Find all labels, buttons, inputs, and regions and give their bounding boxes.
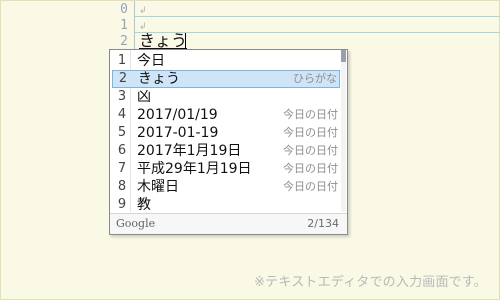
candidate-list: 1 今日 2 きょう ひらがな 3 凶 4 2017/01/19 今日の日付 5 (110, 50, 340, 214)
gutter-separator (134, 1, 135, 53)
candidate-item[interactable]: 7 平成29年1月19日 今日の日付 (112, 160, 340, 178)
candidate-item[interactable]: 3 凶 (112, 88, 340, 106)
scrollbar-thumb[interactable] (341, 50, 346, 62)
candidate-word: 木曜日 (137, 179, 179, 195)
candidate-scrollbar[interactable] (341, 50, 346, 212)
candidate-item[interactable]: 8 木曜日 今日の日付 (112, 178, 340, 196)
candidate-description: 今日の日付 (283, 126, 338, 139)
candidate-word: きょう (138, 71, 180, 87)
candidate-description: 今日の日付 (283, 144, 338, 157)
line-rule-1 (135, 32, 500, 33)
candidate-word: 平成29年1月19日 (137, 161, 252, 177)
line-number-2: 2 (120, 34, 128, 49)
line-rule-0 (135, 16, 500, 17)
candidate-number: 7 (117, 161, 127, 176)
candidate-footer: Google 2/134 (110, 213, 347, 234)
candidate-count: 2/134 (307, 217, 339, 230)
candidate-item[interactable]: 4 2017/01/19 今日の日付 (112, 106, 340, 124)
line-number-1: 1 (120, 18, 128, 33)
candidate-item-selected[interactable]: 2 きょう ひらがな (112, 70, 340, 88)
candidate-item[interactable]: 9 教 (112, 196, 340, 214)
candidate-description: 今日の日付 (283, 162, 338, 175)
candidate-number: 1 (117, 53, 127, 68)
return-mark-icon: ↲ (139, 6, 147, 16)
google-brand-label: Google (116, 217, 156, 230)
candidate-item[interactable]: 6 2017年1月19日 今日の日付 (112, 142, 340, 160)
ime-composition-text[interactable]: きょう (139, 31, 187, 51)
line-number-0: 0 (120, 2, 128, 17)
candidate-number: 9 (117, 197, 127, 212)
candidate-number: 6 (117, 143, 127, 158)
candidate-item[interactable]: 5 2017-01-19 今日の日付 (112, 124, 340, 142)
candidate-number: 2 (118, 71, 128, 86)
candidate-item[interactable]: 1 今日 (112, 52, 340, 70)
candidate-number: 8 (117, 179, 127, 194)
candidate-word: 凶 (137, 89, 151, 105)
candidate-number: 4 (117, 107, 127, 122)
candidate-number: 3 (117, 89, 127, 104)
candidate-word: 2017年1月19日 (137, 143, 242, 159)
candidate-description: 今日の日付 (283, 180, 338, 193)
candidate-description: ひらがな (293, 72, 337, 85)
screen-note: ※テキストエディタでの入力画面です。 (254, 275, 487, 290)
candidate-word: 2017/01/19 (137, 107, 218, 123)
editor-frame: 0 1 2 ↲ ↲ きょう 1 今日 2 きょう ひらがな 3 凶 4 2017… (0, 0, 500, 300)
candidate-word: 今日 (137, 53, 165, 69)
candidate-number: 5 (117, 125, 127, 140)
ime-candidate-window: 1 今日 2 きょう ひらがな 3 凶 4 2017/01/19 今日の日付 5 (109, 49, 348, 235)
candidate-word: 2017-01-19 (137, 125, 219, 141)
candidate-description: 今日の日付 (283, 108, 338, 121)
candidate-word: 教 (137, 197, 151, 213)
